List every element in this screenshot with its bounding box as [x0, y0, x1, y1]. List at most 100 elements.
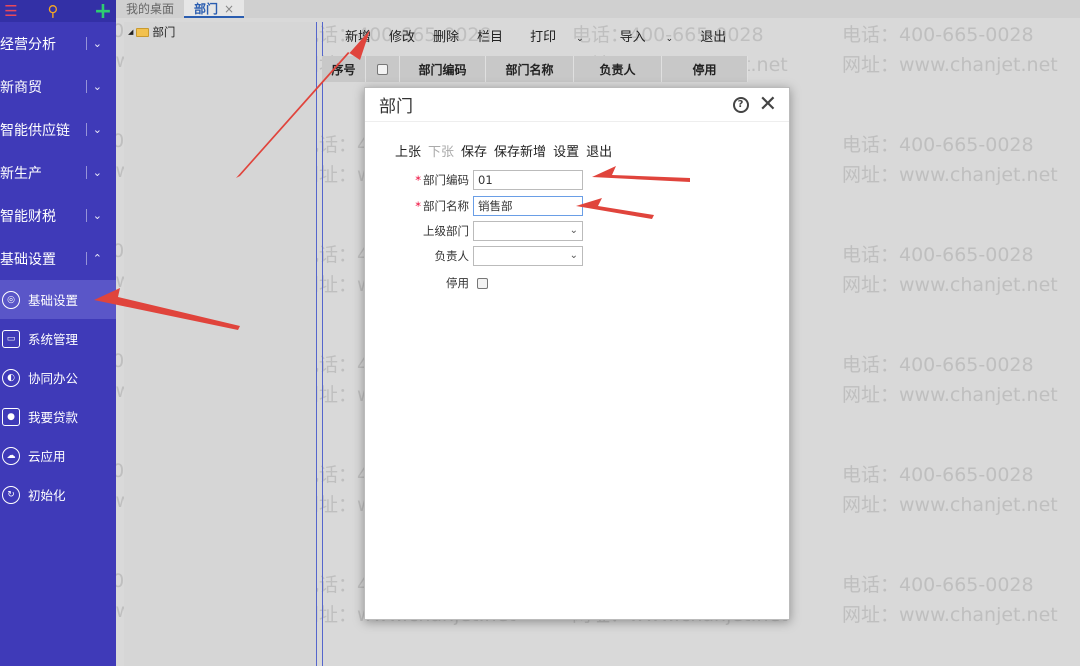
close-tab-icon[interactable]: × — [224, 2, 234, 16]
column-header-select[interactable] — [366, 56, 400, 82]
import-button[interactable]: 导入 ⌄ — [602, 26, 692, 51]
sidebar-item-label: 新生产 — [0, 165, 42, 182]
settings-button[interactable]: 设置 — [553, 141, 579, 160]
delete-button[interactable]: 删除 — [424, 26, 468, 51]
column-header-manager[interactable]: 负责人 — [574, 56, 662, 82]
column-header-name[interactable]: 部门名称 — [486, 56, 574, 82]
splitter-line — [322, 22, 323, 666]
tree-node-label: 部门 — [152, 25, 176, 39]
print-button[interactable]: 打印 ⌄ — [512, 26, 602, 51]
help-icon[interactable]: ? — [732, 96, 749, 113]
form-row-disabled: 停用 — [365, 275, 488, 291]
sidebar-subitem-label: 系统管理 — [28, 332, 79, 347]
dialog-title: 部门 — [379, 97, 413, 117]
monitor-icon: ▭ — [2, 329, 20, 348]
watermark-site: 网址：www.chanjet.net — [842, 604, 1058, 626]
select-all-checkbox[interactable] — [377, 63, 388, 75]
watermark-site: 网址：www.chanjet.net — [842, 494, 1058, 516]
exit-button[interactable]: 退出 — [691, 26, 735, 51]
edit-button[interactable]: 修改 — [380, 26, 424, 51]
columns-button[interactable]: 栏目 — [468, 26, 512, 51]
watermark-phone: 电话：400-665-0028 — [842, 464, 1034, 486]
sidebar-subitem-cloud-apps[interactable]: ☁ 云应用 — [0, 436, 116, 475]
main-toolbar: 新增 修改 删除 栏目 打印 ⌄ 导入 ⌄ 退出 — [336, 26, 735, 51]
disabled-checkbox[interactable] — [477, 277, 488, 289]
save-button[interactable]: 保存 — [461, 141, 487, 160]
chevron-down-icon: ⌄ — [85, 166, 102, 179]
form-row-manager: 负责人 ⌄ — [365, 246, 583, 266]
close-icon[interactable]: ✕ — [759, 93, 777, 116]
department-name-value: 销售部 — [478, 199, 513, 213]
tab-department[interactable]: 部门 × — [184, 0, 245, 18]
plus-icon[interactable]: + — [92, 0, 114, 24]
prev-record-button[interactable]: 上张 — [395, 141, 421, 160]
sidebar-subitem-label: 云应用 — [28, 449, 66, 464]
sidebar-item-supply-chain[interactable]: 智能供应链 ⌄ — [0, 108, 116, 151]
grid-header: 序号 部门编码 部门名称 负责人 停用 — [322, 56, 748, 82]
dialog-titlebar: 部门 ? ✕ — [365, 88, 789, 122]
department-dialog: 部门 ? ✕ 上张 下张 保存 保存新增 设置 退出 * 部门编码 01 * 部门名… — [364, 87, 790, 620]
tab-bar: 我的桌面 部门 × — [116, 0, 1080, 18]
department-code-input[interactable]: 01 — [473, 170, 583, 190]
department-name-input[interactable]: 销售部 — [473, 196, 583, 216]
name-label: * 部门名称 — [365, 198, 473, 214]
folder-icon — [136, 27, 150, 37]
sidebar-item-label: 智能财税 — [0, 208, 56, 225]
chevron-down-icon: ⌄ — [85, 80, 102, 93]
watermark-site: 网址：www.chanjet.net — [842, 164, 1058, 186]
splitter-line[interactable] — [316, 22, 317, 666]
form-row-code: * 部门编码 01 — [365, 170, 583, 190]
disabled-label: 停用 — [446, 276, 469, 290]
sidebar-item-production[interactable]: 新生产 ⌄ — [0, 151, 116, 194]
watermark-phone: 电话：400-665-0028 — [842, 244, 1034, 266]
refresh-icon: ↻ — [2, 485, 20, 504]
watermark-phone: 电话：400-665-0028 — [842, 134, 1034, 156]
sidebar-subitem-initialize[interactable]: ↻ 初始化 — [0, 475, 116, 514]
manager-select[interactable]: ⌄ — [473, 246, 583, 266]
column-header-disabled[interactable]: 停用 — [662, 56, 748, 82]
sidebar-subitem-system-management[interactable]: ▭ 系统管理 — [0, 319, 116, 358]
name-label-text: 部门名称 — [423, 199, 469, 213]
search-icon[interactable]: ⚲ — [42, 0, 64, 22]
next-record-button: 下张 — [428, 145, 455, 160]
tab-label: 我的桌面 — [126, 2, 175, 16]
tab-my-desktop[interactable]: 我的桌面 — [116, 0, 184, 18]
watermark-phone: 电话：400-665-0028 — [842, 24, 1034, 46]
chevron-up-icon: ⌃ — [85, 252, 102, 265]
add-button[interactable]: 新增 — [336, 26, 380, 51]
sidebar-item-finance-tax[interactable]: 智能财税 ⌄ — [0, 194, 116, 237]
dialog-toolbar: 上张 下张 保存 保存新增 设置 退出 — [395, 141, 619, 160]
sidebar-subitem-loan[interactable]: ● 我要贷款 — [0, 397, 116, 436]
money-icon: ● — [2, 407, 20, 426]
sidebar: ☰ ⚲ + 经营分析 ⌄ 新商贸 ⌄ 智能供应链 ⌄ 新生产 ⌄ 智能财税 ⌄ 基础设置 ⌃… — [0, 0, 116, 666]
code-label: * 部门编码 — [365, 172, 473, 188]
menu-icon[interactable]: ☰ — [0, 0, 22, 22]
sidebar-item-business-analysis[interactable]: 经营分析 ⌄ — [0, 22, 116, 65]
exit-button[interactable]: 退出 — [586, 141, 612, 160]
print-label: 打印 — [530, 30, 557, 45]
column-header-index[interactable]: 序号 — [322, 56, 366, 82]
sidebar-top-bar: ☰ ⚲ + — [0, 0, 116, 24]
watermark-site: 网址：www.chanjet.net — [842, 54, 1058, 76]
form-row-parent: 上级部门 ⌄ — [365, 221, 583, 241]
save-and-new-button[interactable]: 保存新增 — [494, 141, 546, 160]
sidebar-item-label: 经营分析 — [0, 36, 56, 53]
sidebar-subitem-basic-settings[interactable]: ◎ 基础设置 — [0, 280, 116, 319]
chevron-down-icon: ⌄ — [665, 34, 674, 44]
tree-expander-icon[interactable]: ◢ — [128, 28, 133, 36]
sidebar-subitem-label: 协同办公 — [28, 371, 79, 386]
chevron-down-icon: ⌄ — [85, 123, 102, 136]
parent-department-select[interactable]: ⌄ — [473, 221, 583, 241]
sidebar-item-new-commerce[interactable]: 新商贸 ⌄ — [0, 65, 116, 108]
department-code-value: 01 — [478, 173, 493, 187]
sidebar-item-label: 基础设置 — [0, 251, 56, 268]
required-mark: * — [415, 199, 421, 213]
column-header-code[interactable]: 部门编码 — [400, 56, 486, 82]
tree-node-root[interactable]: ◢ 部门 — [124, 22, 316, 42]
collaboration-icon: ◐ — [2, 368, 20, 387]
sidebar-item-label: 智能供应链 — [0, 122, 70, 139]
chevron-down-icon: ⌄ — [85, 37, 102, 50]
sidebar-item-basic-settings[interactable]: 基础设置 ⌃ — [0, 237, 116, 280]
sidebar-subitem-label: 我要贷款 — [28, 410, 79, 425]
sidebar-subitem-collaboration[interactable]: ◐ 协同办公 — [0, 358, 116, 397]
